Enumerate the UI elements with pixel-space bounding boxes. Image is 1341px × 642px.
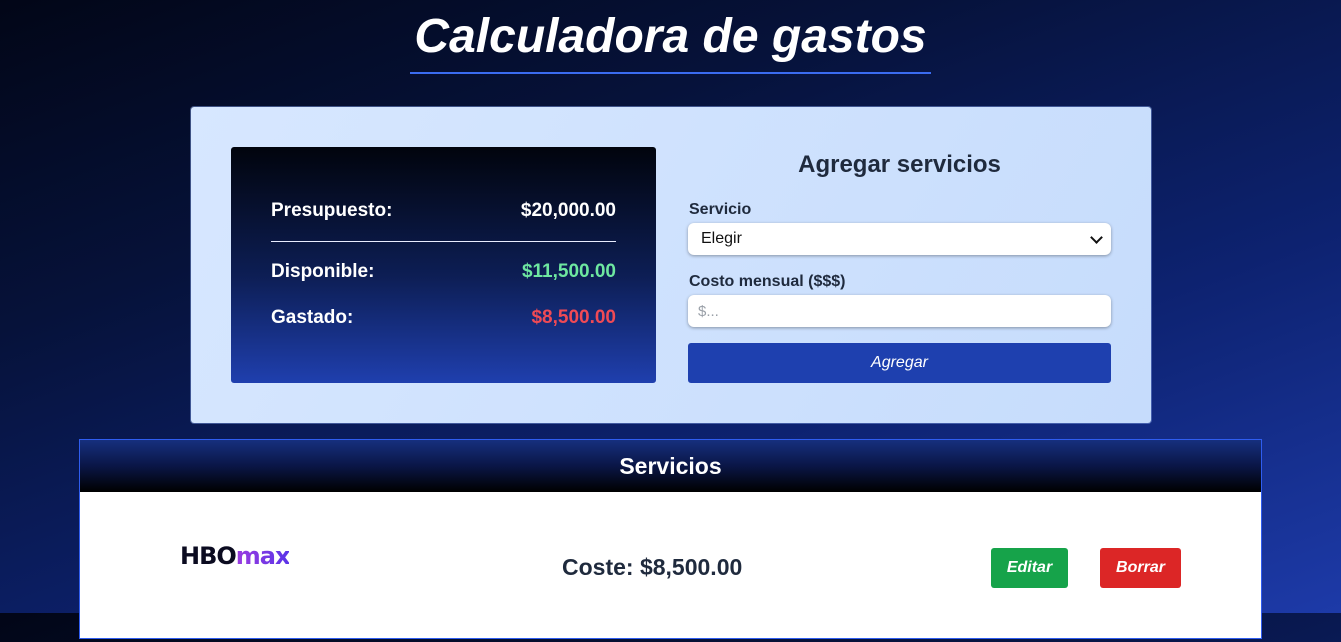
service-cost: Coste: $8,500.00 (562, 554, 743, 580)
gastado-value: $8,500.00 (531, 307, 616, 328)
chevron-down-icon (1090, 230, 1103, 244)
logo-max-text: max (235, 542, 291, 570)
cost-input[interactable] (688, 295, 1111, 327)
disponible-label: Disponible: (271, 261, 375, 282)
budget-row-presupuesto: Presupuesto: $20,000.00 (271, 200, 616, 222)
hbo-max-logo: HBOmax (180, 542, 291, 570)
add-button[interactable]: Agregar (688, 343, 1111, 383)
cost-label: Costo mensual ($$$) (689, 273, 846, 290)
service-select-value: Elegir (701, 230, 742, 247)
budget-divider (271, 241, 616, 242)
delete-button[interactable]: Borrar (1100, 548, 1181, 588)
gastado-label: Gastado: (271, 307, 354, 328)
presupuesto-value: $20,000.00 (520, 200, 616, 221)
budget-row-gastado: Gastado: $8,500.00 (271, 307, 616, 329)
service-label: Servicio (689, 201, 752, 218)
logo-hbo-text: HBO (180, 542, 237, 570)
service-select[interactable]: Elegir (688, 223, 1111, 255)
page-header: Calculadora de gastos (0, 8, 1341, 74)
page-title: Calculadora de gastos (410, 8, 931, 74)
disponible-value: $11,500.00 (521, 261, 616, 282)
budget-summary: Presupuesto: $20,000.00 Disponible: $11,… (231, 147, 656, 383)
form-title: Agregar servicios (798, 151, 1001, 178)
service-row: HBOmax Coste: $8,500.00 Editar Borrar (80, 492, 1261, 642)
add-service-form: Agregar servicios Servicio Elegir Costo … (688, 147, 1111, 383)
services-panel: Servicios HBOmax Coste: $8,500.00 Editar… (79, 439, 1262, 639)
presupuesto-label: Presupuesto: (271, 200, 393, 221)
edit-button[interactable]: Editar (991, 548, 1068, 588)
budget-row-disponible: Disponible: $11,500.00 (271, 261, 616, 283)
budget-card: Presupuesto: $20,000.00 Disponible: $11,… (191, 107, 1151, 423)
services-title: Servicios (80, 440, 1261, 492)
